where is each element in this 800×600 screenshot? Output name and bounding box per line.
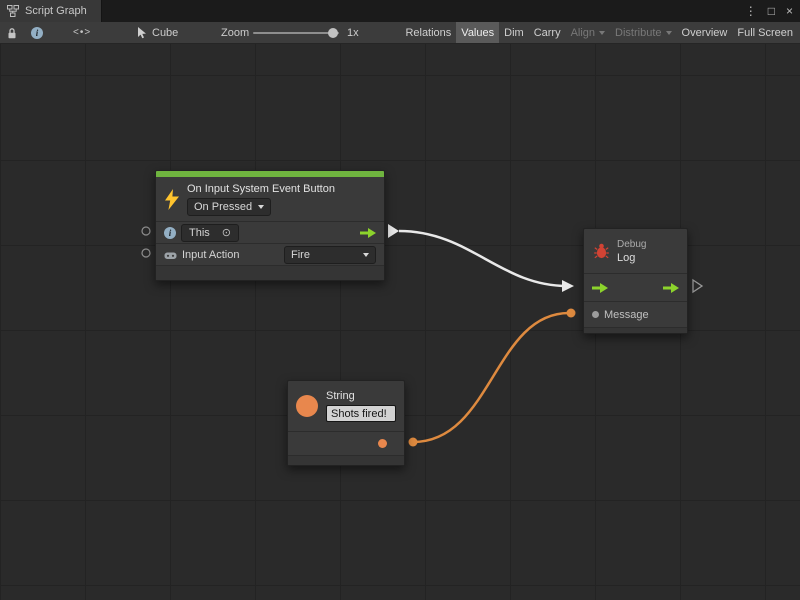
target-label: Cube: [152, 27, 178, 39]
message-input-port[interactable]: [592, 311, 599, 318]
string-output-port[interactable]: [378, 439, 387, 448]
string-type-icon: [296, 395, 318, 417]
value-wire-start-dot[interactable]: [409, 438, 418, 447]
cursor-icon: [138, 27, 147, 39]
event-inputaction-input-port[interactable]: [142, 249, 150, 257]
window-controls: ⋮ □ ×: [745, 0, 793, 22]
flow-row: [584, 273, 687, 301]
tab-script-graph[interactable]: Script Graph: [0, 0, 102, 22]
input-action-dropdown[interactable]: Fire: [284, 246, 376, 264]
chevron-down-icon: [666, 31, 672, 35]
node-title: String: [326, 390, 355, 402]
this-row: i This ⊙: [156, 221, 384, 243]
object-picker-icon[interactable]: ⊙: [222, 226, 231, 239]
node-string-literal[interactable]: String: [287, 380, 405, 466]
gamepad-icon: [164, 250, 177, 260]
node-debug-log[interactable]: Debug Log Message: [583, 228, 688, 334]
dim-button[interactable]: Dim: [499, 22, 529, 43]
flow-output-port-icon[interactable]: [663, 283, 679, 293]
overview-button[interactable]: Overview: [677, 22, 733, 43]
string-node-header: String: [288, 381, 404, 431]
script-graph-window: Script Graph ⋮ □ × i <•> Cube Zoom: [0, 0, 800, 600]
node-category: Debug: [617, 239, 646, 250]
event-node-header: On Input System Event Button On Pressed: [156, 177, 384, 221]
bug-icon: [594, 243, 609, 259]
node-title: Log: [617, 252, 646, 264]
graph-canvas[interactable]: On Input System Event Button On Pressed …: [0, 44, 800, 600]
zoom-slider-handle[interactable]: [328, 28, 338, 38]
zoom-value: 1x: [347, 22, 359, 43]
fullscreen-button[interactable]: Full Screen: [732, 22, 798, 43]
maximize-icon[interactable]: □: [768, 0, 775, 22]
distribute-button[interactable]: Distribute: [610, 22, 676, 43]
lightning-icon: [164, 189, 180, 210]
exec-wire-end-arrow-icon: [562, 280, 574, 292]
graph-toolbar: i <•> Cube Zoom 1x Relations Values Dim …: [0, 22, 800, 44]
debug-flow-output-port[interactable]: [693, 280, 702, 292]
exec-wire-start-arrow-icon[interactable]: [388, 224, 399, 238]
toolbar-buttons: Relations Values Dim Carry Align Distrib…: [400, 22, 798, 43]
chevron-down-icon: [258, 205, 264, 209]
relations-button[interactable]: Relations: [400, 22, 456, 43]
event-state-dropdown[interactable]: On Pressed: [187, 198, 271, 216]
lock-icon[interactable]: [7, 22, 17, 43]
api-icon[interactable]: <•>: [73, 22, 91, 43]
event-trigger-output-port-icon[interactable]: [360, 228, 376, 238]
node-footer: [156, 265, 384, 280]
close-icon[interactable]: ×: [786, 0, 793, 22]
node-title: On Input System Event Button: [187, 183, 335, 195]
node-on-input-system-event-button[interactable]: On Input System Event Button On Pressed …: [155, 170, 385, 281]
values-button[interactable]: Values: [456, 22, 499, 43]
graph-target[interactable]: Cube: [138, 22, 178, 43]
tab-label: Script Graph: [25, 5, 87, 17]
this-object-field[interactable]: This ⊙: [181, 224, 239, 242]
zoom-label: Zoom: [221, 22, 249, 43]
flow-input-port-icon[interactable]: [592, 283, 608, 293]
node-footer: [288, 455, 404, 465]
message-label: Message: [604, 309, 649, 321]
info-icon: i: [164, 227, 176, 239]
node-footer: [584, 327, 687, 333]
info-toggle-icon[interactable]: i: [31, 22, 43, 43]
align-button[interactable]: Align: [566, 22, 610, 43]
chevron-down-icon: [363, 253, 369, 257]
message-row: Message: [584, 301, 687, 327]
input-action-label: Input Action: [182, 249, 240, 261]
chevron-down-icon: [599, 31, 605, 35]
carry-button[interactable]: Carry: [529, 22, 566, 43]
debug-node-header: Debug Log: [584, 229, 687, 273]
zoom-slider[interactable]: [253, 32, 339, 34]
script-graph-icon: [7, 5, 19, 17]
value-wire[interactable]: [413, 313, 569, 442]
exec-wire[interactable]: [399, 231, 567, 286]
titlebar: Script Graph ⋮ □ ×: [0, 0, 800, 22]
value-wire-end-dot: [567, 309, 576, 318]
string-value-input[interactable]: [326, 405, 396, 422]
event-this-input-port[interactable]: [142, 227, 150, 235]
input-action-row: Input Action Fire: [156, 243, 384, 265]
window-menu-icon[interactable]: ⋮: [745, 0, 757, 22]
string-output-row: [288, 431, 404, 455]
